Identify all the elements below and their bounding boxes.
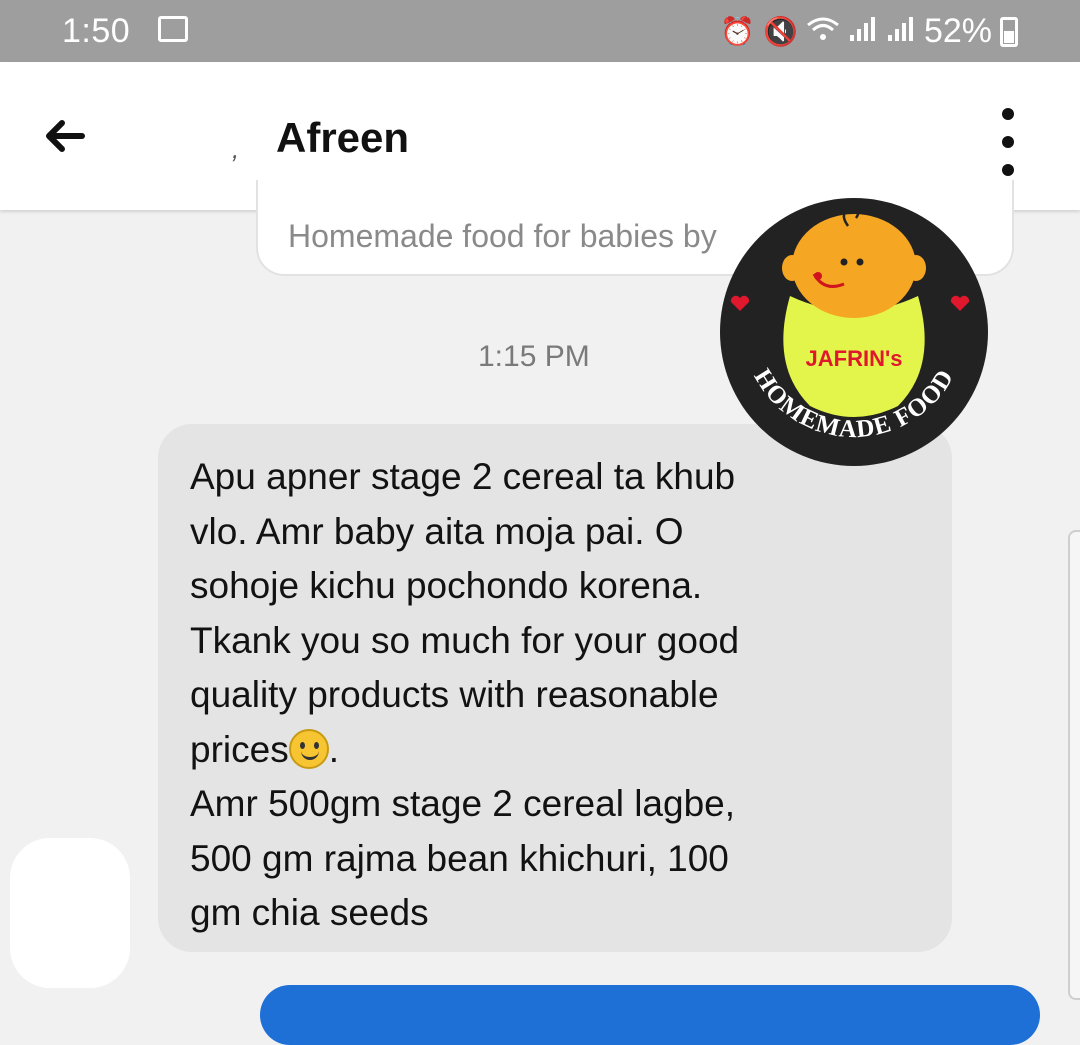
- signal-icon: [848, 15, 878, 48]
- status-bar: 1:50 ⏰ 🔇 52%: [0, 0, 1080, 62]
- message-text: Apu apner stage 2 cereal ta khub vlo. Am…: [190, 456, 740, 933]
- avatar-placeholder: ,: [232, 134, 240, 164]
- status-time: 1:50: [62, 12, 131, 50]
- back-button[interactable]: [40, 104, 110, 174]
- message-timestamp: 1:15 PM: [478, 340, 590, 373]
- battery-icon: [1000, 16, 1018, 47]
- logo-brand-text: JAFRIN's: [806, 346, 903, 371]
- mute-icon: 🔇: [763, 15, 798, 47]
- brand-logo: JAFRIN's HOMEMADE FOOD: [720, 198, 988, 466]
- status-icons: ⏰ 🔇 52%: [720, 12, 1018, 51]
- alarm-icon: ⏰: [720, 15, 756, 47]
- gallery-icon: [158, 16, 188, 42]
- signal-icon: [886, 15, 916, 48]
- scrollbar-handle[interactable]: [1068, 530, 1080, 1000]
- outgoing-message-bubble[interactable]: [260, 985, 1040, 1045]
- contact-name[interactable]: Afreen: [276, 114, 409, 162]
- more-options-button[interactable]: [990, 102, 1026, 182]
- previous-message-text: Homemade food for babies by: [288, 218, 717, 254]
- smiley-emoji-icon: [288, 728, 329, 769]
- redacted-area: [10, 838, 130, 988]
- arrow-left-icon: [46, 120, 85, 152]
- logo-baby-face: [792, 214, 916, 318]
- incoming-message-bubble[interactable]: Apu apner stage 2 cereal ta khub vlo. Am…: [158, 424, 952, 952]
- wifi-icon: [806, 15, 840, 48]
- battery-percent: 52%: [923, 12, 992, 50]
- more-vertical-icon: [1002, 108, 1014, 120]
